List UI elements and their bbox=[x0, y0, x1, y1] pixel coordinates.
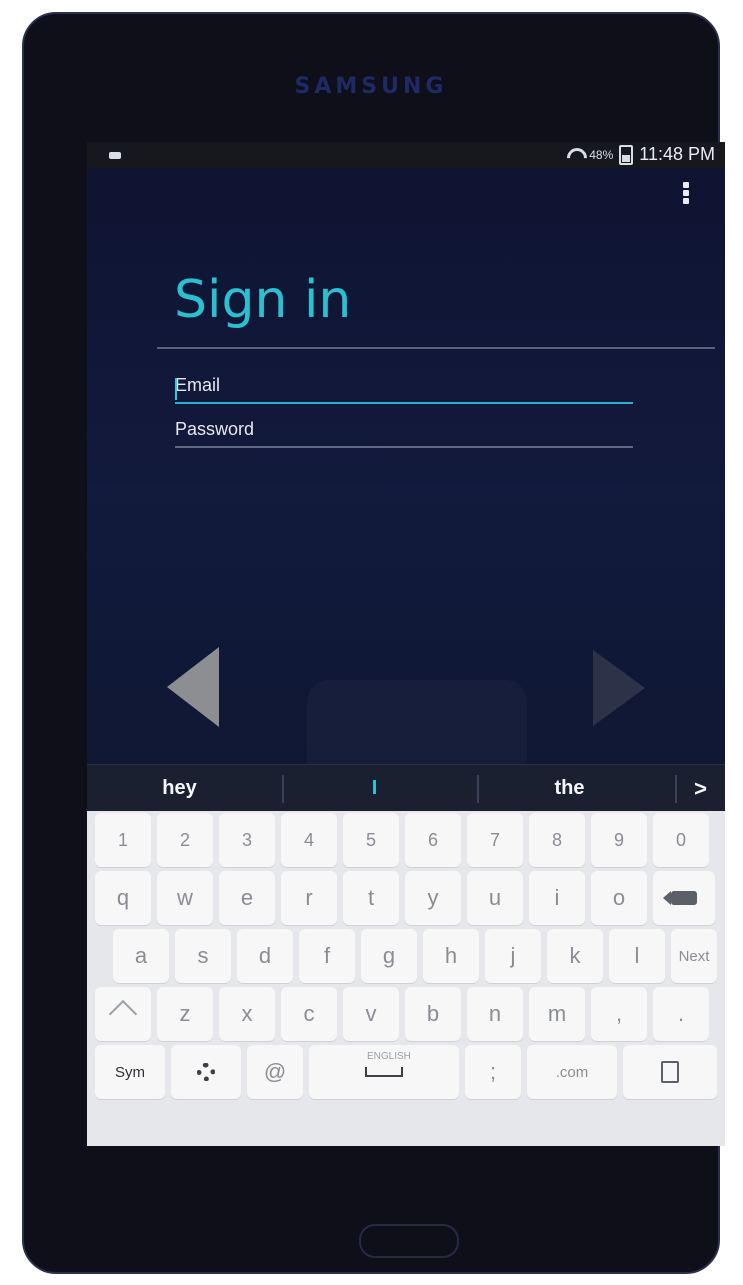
home-button[interactable] bbox=[359, 1224, 459, 1258]
key[interactable]: z bbox=[157, 987, 213, 1041]
key[interactable]: t bbox=[343, 871, 399, 925]
at-key[interactable]: @ bbox=[247, 1045, 303, 1099]
key[interactable]: 7 bbox=[467, 813, 523, 867]
suggestion-divider bbox=[675, 775, 677, 803]
key[interactable]: r bbox=[281, 871, 337, 925]
key[interactable]: j bbox=[485, 929, 541, 983]
device-screen: 48% 11:48 PM Sign in hey I the > bbox=[87, 142, 725, 1146]
key[interactable]: m bbox=[529, 987, 585, 1041]
key[interactable]: b bbox=[405, 987, 461, 1041]
keyboard-row-bottom: Sym @ ENGLISH ; .com bbox=[87, 1043, 725, 1101]
keyboard-row-z: z x c v b n m , . bbox=[87, 985, 725, 1043]
key[interactable]: l bbox=[609, 929, 665, 983]
key[interactable]: f bbox=[299, 929, 355, 983]
key[interactable]: q bbox=[95, 871, 151, 925]
wifi-icon bbox=[565, 146, 583, 164]
more-suggestions-icon[interactable]: > bbox=[694, 765, 707, 812]
key[interactable]: 1 bbox=[95, 813, 151, 867]
key[interactable]: x bbox=[219, 987, 275, 1041]
backspace-icon bbox=[663, 891, 697, 905]
key[interactable]: g bbox=[361, 929, 417, 983]
semicolon-key[interactable]: ; bbox=[465, 1045, 521, 1099]
space-key[interactable]: ENGLISH bbox=[309, 1045, 459, 1099]
key[interactable]: 6 bbox=[405, 813, 461, 867]
keyboard-number-row: 1 2 3 4 5 6 7 8 9 0 bbox=[87, 811, 725, 869]
status-time: 11:48 PM bbox=[639, 144, 715, 164]
text-cursor bbox=[175, 378, 177, 400]
key[interactable]: 5 bbox=[343, 813, 399, 867]
suggestion-item[interactable]: I bbox=[282, 765, 467, 812]
key[interactable]: v bbox=[343, 987, 399, 1041]
suggestion-bar: hey I the > bbox=[87, 764, 725, 812]
clipboard-key[interactable] bbox=[623, 1045, 717, 1099]
key[interactable]: d bbox=[237, 929, 293, 983]
key[interactable]: e bbox=[219, 871, 275, 925]
key[interactable]: , bbox=[591, 987, 647, 1041]
next-arrow-button[interactable] bbox=[593, 650, 645, 726]
key[interactable]: . bbox=[653, 987, 709, 1041]
next-key[interactable]: Next bbox=[671, 929, 717, 983]
tablet-device: SAMSUNG 48% 11:48 PM Sign in h bbox=[22, 12, 725, 1274]
suggestion-item[interactable]: the bbox=[477, 765, 662, 812]
key[interactable]: 0 bbox=[653, 813, 709, 867]
key[interactable]: h bbox=[423, 929, 479, 983]
password-field[interactable] bbox=[175, 416, 633, 448]
previous-arrow-button[interactable] bbox=[167, 647, 219, 727]
com-key[interactable]: .com bbox=[527, 1045, 617, 1099]
email-field[interactable] bbox=[175, 372, 633, 404]
key[interactable]: 3 bbox=[219, 813, 275, 867]
key[interactable]: i bbox=[529, 871, 585, 925]
password-input[interactable] bbox=[175, 419, 633, 446]
key[interactable]: w bbox=[157, 871, 213, 925]
status-bar: 48% 11:48 PM bbox=[87, 142, 725, 168]
space-icon bbox=[365, 1067, 403, 1077]
key[interactable]: s bbox=[175, 929, 231, 983]
battery-icon bbox=[619, 144, 634, 165]
sym-key[interactable]: Sym bbox=[95, 1045, 165, 1099]
device-brand-logo: SAMSUNG bbox=[294, 74, 448, 99]
key[interactable]: y bbox=[405, 871, 461, 925]
key[interactable]: 4 bbox=[281, 813, 337, 867]
clipboard-icon bbox=[661, 1061, 679, 1083]
key[interactable]: u bbox=[467, 871, 523, 925]
notification-icon bbox=[109, 152, 121, 159]
suggestion-item[interactable]: hey bbox=[87, 765, 272, 812]
backspace-key[interactable] bbox=[653, 871, 715, 925]
soft-keyboard: 1 2 3 4 5 6 7 8 9 0 q w e r t y u i o a … bbox=[87, 811, 725, 1146]
key[interactable]: a bbox=[113, 929, 169, 983]
key[interactable]: k bbox=[547, 929, 603, 983]
space-hint: ENGLISH bbox=[367, 1051, 411, 1062]
keyboard-row-q: q w e r t y u i o bbox=[87, 869, 725, 927]
keyboard-row-a: a s d f g h j k l Next bbox=[87, 927, 725, 985]
key[interactable]: o bbox=[591, 871, 647, 925]
key[interactable]: 2 bbox=[157, 813, 213, 867]
overflow-menu-icon[interactable] bbox=[683, 182, 689, 204]
key[interactable]: 9 bbox=[591, 813, 647, 867]
email-input[interactable] bbox=[175, 375, 633, 402]
key[interactable]: n bbox=[467, 987, 523, 1041]
key[interactable]: 8 bbox=[529, 813, 585, 867]
settings-key[interactable] bbox=[171, 1045, 241, 1099]
title-divider bbox=[157, 347, 715, 349]
shift-key[interactable] bbox=[95, 987, 151, 1041]
gear-icon bbox=[197, 1063, 215, 1081]
page-title: Sign in bbox=[174, 270, 352, 330]
key[interactable]: c bbox=[281, 987, 337, 1041]
battery-percent: 48% bbox=[589, 147, 614, 162]
shift-icon bbox=[108, 999, 138, 1029]
